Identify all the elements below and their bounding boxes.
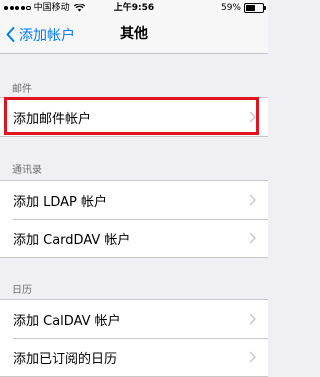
row-label: 添加 CalDAV 帐户 <box>13 313 121 329</box>
battery-icon <box>244 3 266 13</box>
section-header-calendar: 日历 <box>12 285 32 296</box>
row-label: 添加 CardDAV 帐户 <box>13 232 131 248</box>
contacts-group: 添加 LDAP 帐户 添加 CardDAV 帐户 <box>0 180 268 258</box>
page-title: 其他 <box>120 26 148 42</box>
row-label: 添加已订阅的日历 <box>13 351 118 367</box>
battery-percent: 59% <box>220 3 241 13</box>
chevron-right-icon <box>249 351 256 363</box>
chevron-right-icon <box>249 313 256 325</box>
chevron-right-icon <box>249 232 256 244</box>
highlight-box <box>4 97 259 135</box>
section-header-mail: 邮件 <box>12 84 32 95</box>
battery-status: 59% <box>220 0 266 16</box>
status-bar: 中国移动 上午9:56 59% <box>0 0 268 16</box>
calendar-group: 添加 CalDAV 帐户 添加已订阅的日历 <box>0 299 268 377</box>
chevron-right-icon <box>249 194 256 206</box>
add-caldav-account-row[interactable]: 添加 CalDAV 帐户 <box>0 300 268 338</box>
add-carddav-account-row[interactable]: 添加 CardDAV 帐户 <box>0 219 268 257</box>
navigation-bar: 添加帐户 其他 <box>0 16 268 54</box>
row-label: 添加 LDAP 帐户 <box>13 194 108 210</box>
section-header-contacts: 通讯录 <box>12 165 42 176</box>
add-subscribed-calendar-row[interactable]: 添加已订阅的日历 <box>0 338 268 376</box>
add-ldap-account-row[interactable]: 添加 LDAP 帐户 <box>0 181 268 219</box>
